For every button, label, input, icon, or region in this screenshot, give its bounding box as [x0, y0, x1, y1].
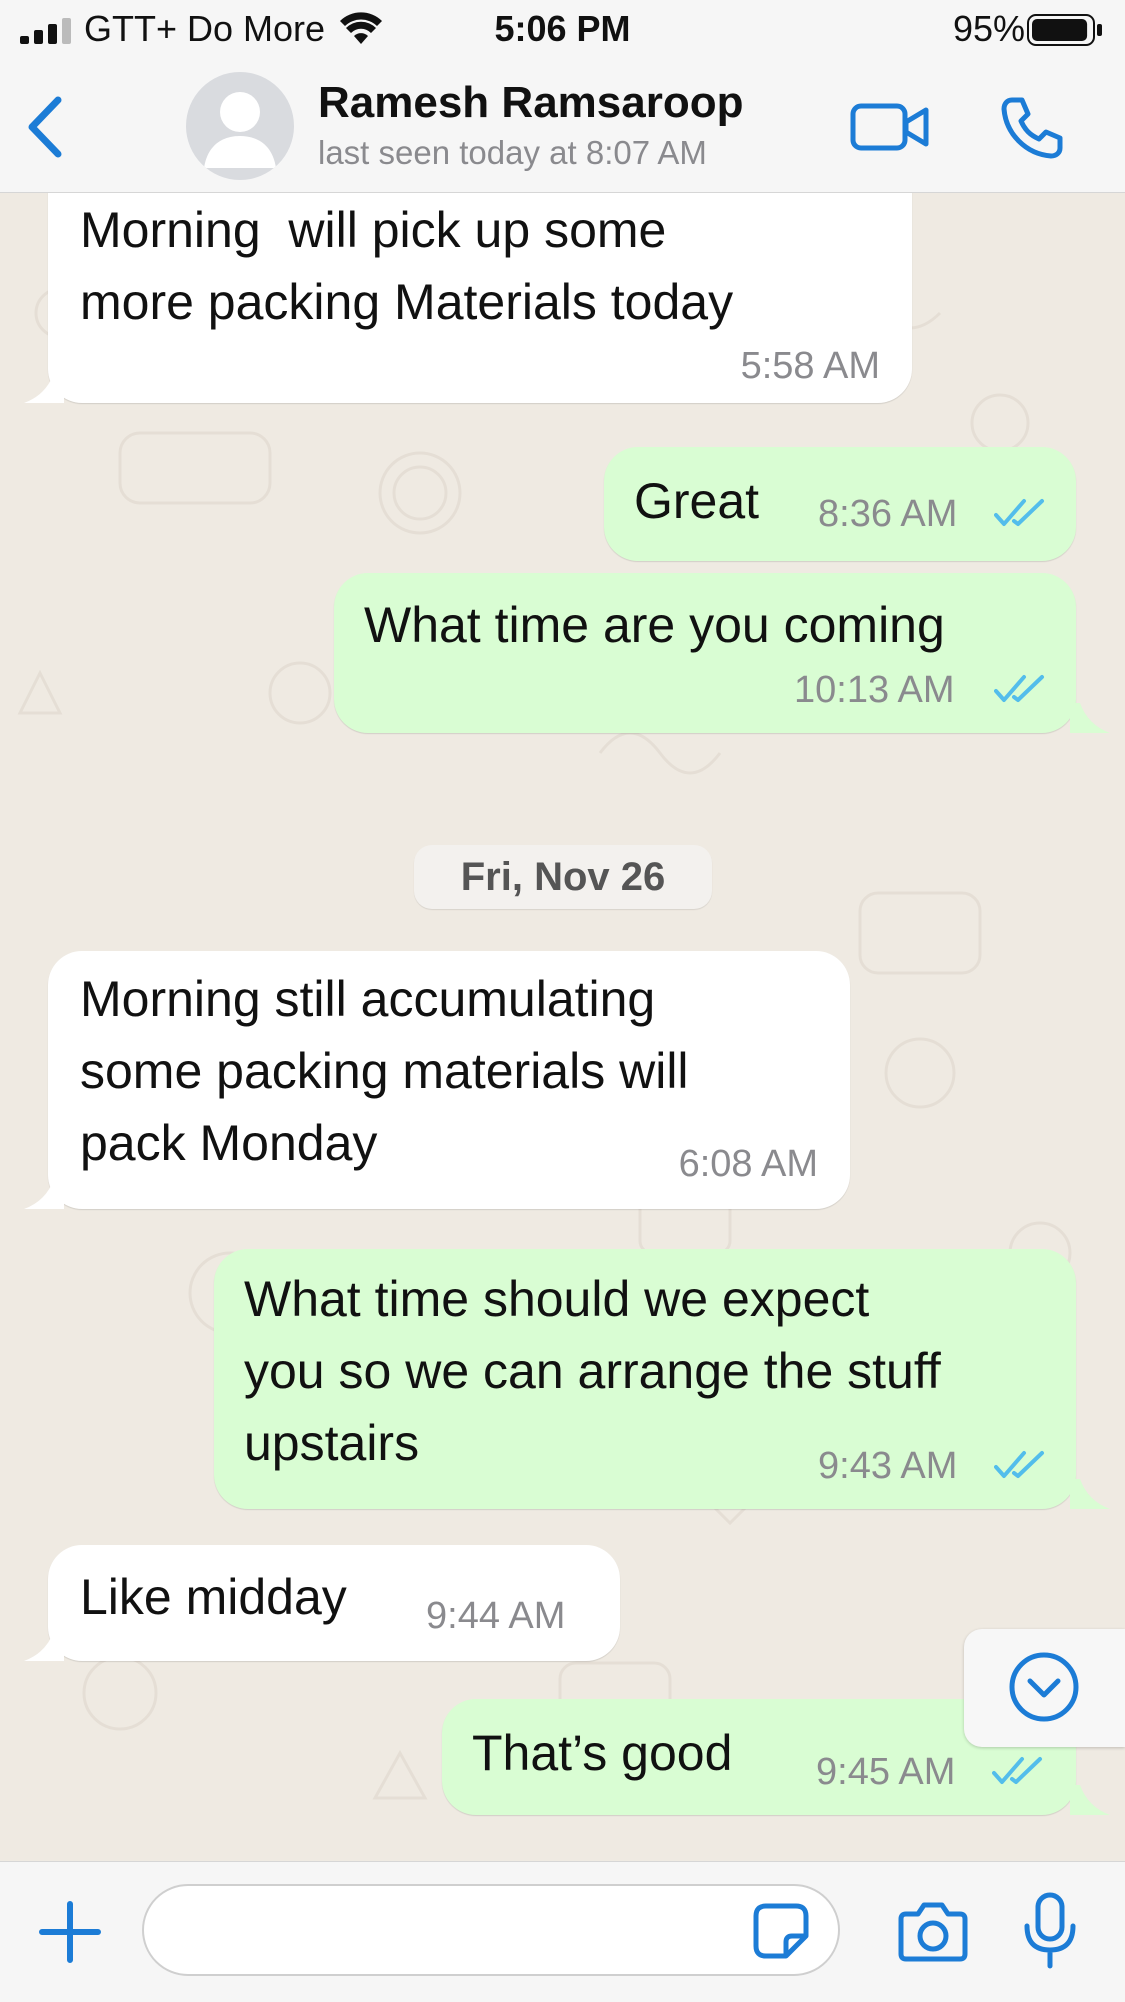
message-text-line: pack Monday: [80, 1115, 378, 1171]
message-time: 8:36 AM: [818, 493, 958, 535]
read-ticks-icon: [992, 1757, 1042, 1784]
message-time: 9:45 AM: [816, 1751, 956, 1793]
message-bubble-outgoing[interactable]: What time are you coming 10:13 AM: [334, 573, 1076, 733]
message-text-line: upstairs: [244, 1415, 420, 1471]
message-time: 6:08 AM: [678, 1143, 818, 1185]
message-time: 9:44 AM: [426, 1595, 566, 1637]
message-input[interactable]: [142, 1884, 840, 1976]
date-separator: Fri, Nov 26: [414, 845, 712, 909]
message-time: 10:13 AM: [794, 669, 955, 711]
bubble-tail: [24, 1179, 64, 1209]
camera-icon[interactable]: [898, 1900, 968, 1962]
message-text-line: Morning still accumulating: [80, 971, 656, 1027]
message-text-line: What time are you coming: [364, 597, 945, 653]
message-input-bar: [0, 1861, 1125, 2002]
bubble-tail: [24, 373, 64, 403]
read-ticks-icon: [994, 675, 1044, 702]
chat-header: Ramesh Ramsaroop last seen today at 8:07…: [0, 62, 1125, 193]
scroll-to-bottom-button[interactable]: [964, 1629, 1125, 1747]
contact-avatar[interactable]: [186, 72, 294, 180]
bubble-tail: [1070, 703, 1110, 733]
message-bubble-incoming[interactable]: Morning will pick up some more packing M…: [48, 193, 912, 403]
last-seen-status: last seen today at 8:07 AM: [318, 134, 707, 171]
read-ticks-icon: [994, 1451, 1044, 1478]
message-bubble-incoming[interactable]: Morning still accumulating some packing …: [48, 951, 850, 1209]
message-text-line: some packing materials will: [80, 1043, 689, 1099]
default-avatar-icon: [204, 92, 276, 168]
read-ticks-icon: [994, 499, 1044, 526]
sticker-icon[interactable]: [752, 1902, 810, 1960]
message-bubble-outgoing[interactable]: What time should we expect you so we can…: [214, 1249, 1076, 1509]
voice-call-icon[interactable]: [998, 94, 1066, 162]
message-text-line: Morning will pick up some: [80, 202, 667, 258]
message-time: 5:58 AM: [740, 345, 880, 387]
status-bar: GTT+ Do More 5:06 PM 95%: [0, 0, 1125, 62]
message-text-line: Like midday: [80, 1569, 347, 1625]
message-text-line: more packing Materials today: [80, 274, 734, 330]
message-bubble-incoming[interactable]: Like midday 9:44 AM: [48, 1545, 620, 1661]
message-text-line: you so we can arrange the stuff: [244, 1343, 941, 1399]
bubble-tail: [24, 1631, 64, 1661]
message-text-line: What time should we expect: [244, 1271, 870, 1327]
microphone-icon[interactable]: [1022, 1892, 1078, 1970]
bubble-tail: [1070, 1479, 1110, 1509]
message-time: 9:43 AM: [818, 1445, 958, 1487]
message-text-line: Great: [634, 473, 760, 529]
message-text-line: That’s good: [472, 1725, 733, 1781]
battery-percent: 95%: [952, 8, 1025, 49]
bubble-tail: [1070, 1785, 1110, 1815]
battery-icon: [1027, 14, 1102, 46]
chat-area[interactable]: Morning will pick up some more packing M…: [0, 193, 1125, 1861]
contact-name[interactable]: Ramesh Ramsaroop: [318, 78, 743, 128]
back-chevron-icon[interactable]: [18, 92, 74, 162]
video-call-icon[interactable]: [850, 100, 930, 154]
chevron-down-circle-icon: [1009, 1652, 1079, 1722]
message-bubble-outgoing[interactable]: Great 8:36 AM: [604, 447, 1076, 561]
plus-icon[interactable]: [38, 1900, 102, 1964]
